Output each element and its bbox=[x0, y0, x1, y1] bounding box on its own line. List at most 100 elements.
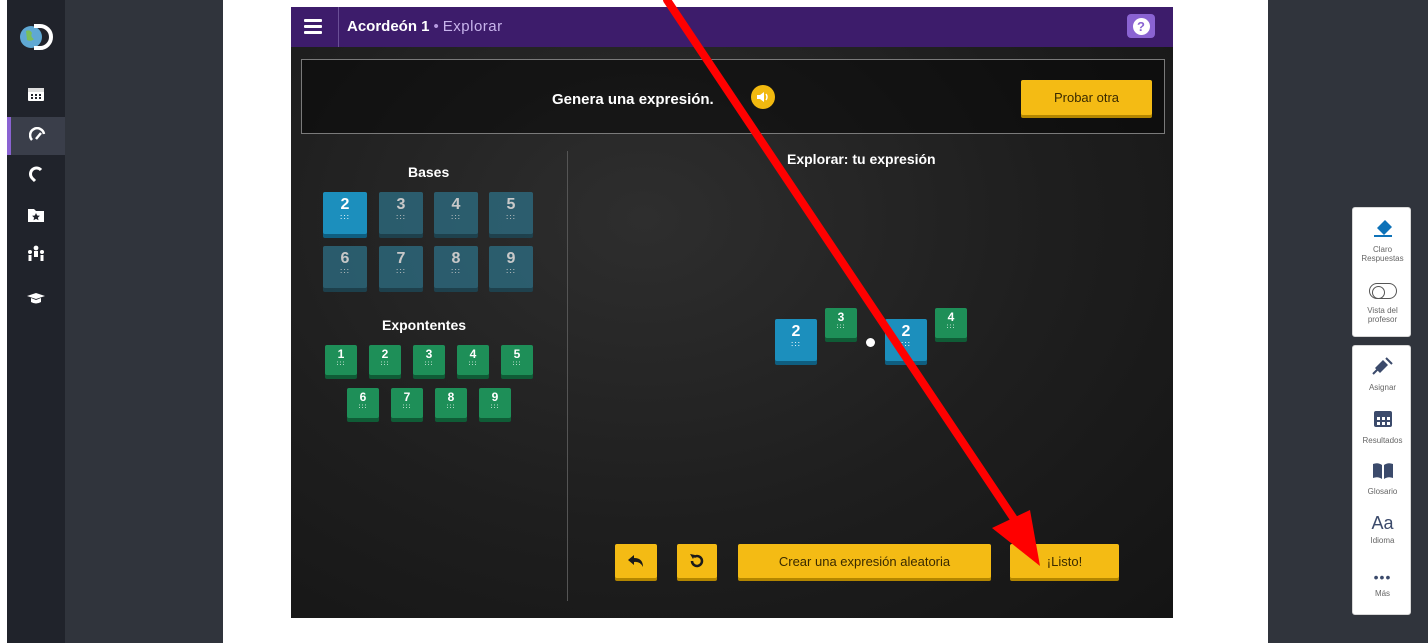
base-tile-2[interactable]: 2::: bbox=[323, 192, 367, 234]
tile-number: 2 bbox=[791, 323, 801, 340]
prompt-box: Genera una expresión. Probar otra bbox=[301, 59, 1165, 134]
results-tool[interactable]: Resultados bbox=[1353, 409, 1412, 445]
exponent-tile-7[interactable]: 7::: bbox=[391, 388, 423, 418]
braille-dots: ::: bbox=[358, 404, 368, 410]
speaker-icon[interactable] bbox=[751, 85, 775, 109]
undo-icon bbox=[628, 555, 643, 567]
base-tile-9[interactable]: 9::: bbox=[489, 246, 533, 288]
braille-dots: ::: bbox=[468, 361, 478, 367]
braille-dots: ::: bbox=[791, 341, 801, 348]
more-tool[interactable]: ••• Más bbox=[1353, 569, 1412, 598]
base-tile-8[interactable]: 8::: bbox=[434, 246, 478, 288]
assign-icon bbox=[1371, 357, 1393, 375]
braille-dots: ::: bbox=[336, 361, 346, 367]
base-tile-6[interactable]: 6::: bbox=[323, 246, 367, 288]
tools-panel-bottom: Asignar Resultados Glosario Aa Idioma ••… bbox=[1352, 345, 1411, 615]
language-icon: Aa bbox=[1371, 513, 1394, 533]
braille-dots: ::: bbox=[396, 268, 406, 275]
lesson-title: Acordeón 1 bbox=[347, 18, 430, 35]
calendar-icon[interactable] bbox=[7, 75, 65, 113]
group-icon[interactable] bbox=[7, 235, 65, 273]
magnet-icon[interactable] bbox=[7, 156, 65, 194]
tile-number: 2 bbox=[381, 347, 389, 361]
done-button[interactable]: ¡Listo! bbox=[1010, 544, 1119, 578]
braille-dots: ::: bbox=[512, 361, 522, 367]
base-tile-5[interactable]: 5::: bbox=[489, 192, 533, 234]
graduation-cap-icon[interactable] bbox=[7, 280, 65, 318]
braille-dots: ::: bbox=[506, 268, 516, 275]
try-another-button[interactable]: Probar otra bbox=[1021, 80, 1152, 115]
assign-label: Asignar bbox=[1368, 383, 1397, 392]
braille-dots: ::: bbox=[836, 324, 846, 330]
clear-answers-tool[interactable]: Claro Respuestas bbox=[1353, 218, 1412, 263]
teacher-view-label-1: Vista del bbox=[1367, 306, 1398, 315]
tile-number: 9 bbox=[491, 390, 499, 404]
tile-number: 8 bbox=[447, 390, 455, 404]
tile-number: 7 bbox=[396, 250, 406, 267]
braille-dots: ::: bbox=[340, 214, 350, 221]
bases-title: Bases bbox=[408, 164, 450, 180]
braille-dots: ::: bbox=[446, 404, 456, 410]
star-folder-icon[interactable] bbox=[7, 196, 65, 234]
tile-number: 2 bbox=[340, 196, 350, 213]
results-icon bbox=[1373, 411, 1392, 427]
exponent-tile-1[interactable]: 1::: bbox=[325, 345, 357, 375]
toggle-switch[interactable] bbox=[1368, 283, 1397, 299]
expression-exponent-1[interactable]: 3::: bbox=[825, 308, 857, 338]
tile-number: 6 bbox=[359, 390, 367, 404]
exponent-tile-5[interactable]: 5::: bbox=[501, 345, 533, 375]
tile-number: 2 bbox=[901, 323, 911, 340]
reset-button[interactable] bbox=[677, 544, 717, 578]
discovery-logo-icon[interactable] bbox=[11, 22, 61, 52]
glossary-tool[interactable]: Glosario bbox=[1353, 462, 1412, 496]
help-button[interactable]: ? bbox=[1127, 14, 1155, 38]
tile-number: 5 bbox=[513, 347, 521, 361]
braille-dots: ::: bbox=[340, 268, 350, 275]
exponent-tile-3[interactable]: 3::: bbox=[413, 345, 445, 375]
base-tile-3[interactable]: 3::: bbox=[379, 192, 423, 234]
multiply-dot bbox=[866, 338, 875, 347]
braille-dots: ::: bbox=[402, 404, 412, 410]
exponent-tile-2[interactable]: 2::: bbox=[369, 345, 401, 375]
question-icon: ? bbox=[1132, 17, 1150, 35]
more-icon: ••• bbox=[1373, 569, 1392, 585]
tile-number: 4 bbox=[947, 310, 955, 324]
braille-dots: ::: bbox=[396, 214, 406, 221]
tile-number: 8 bbox=[451, 250, 461, 267]
glossary-label: Glosario bbox=[1367, 487, 1398, 496]
tile-number: 3 bbox=[396, 196, 406, 213]
mode-label: Explorar bbox=[442, 18, 503, 35]
left-nav bbox=[7, 0, 65, 643]
expression-exponent-2[interactable]: 4::: bbox=[935, 308, 967, 338]
results-label: Resultados bbox=[1362, 436, 1403, 445]
clear-label-1: Claro bbox=[1372, 245, 1393, 254]
expression-base-2[interactable]: 2::: bbox=[885, 319, 927, 361]
column-divider bbox=[567, 151, 568, 601]
page: { "app": { "title": "Acordeón 1", "mode"… bbox=[0, 0, 1428, 643]
topbar-divider bbox=[338, 7, 339, 47]
tile-number: 4 bbox=[469, 347, 477, 361]
eraser-icon bbox=[1373, 220, 1392, 237]
gauge-icon[interactable] bbox=[7, 117, 65, 155]
random-expression-button[interactable]: Crear una expresión aleatoria bbox=[738, 544, 991, 578]
braille-dots: ::: bbox=[380, 361, 390, 367]
exponent-tile-9[interactable]: 9::: bbox=[479, 388, 511, 418]
exponents-title: Expontentes bbox=[382, 317, 467, 333]
braille-dots: ::: bbox=[424, 361, 434, 367]
language-tool[interactable]: Aa Idioma bbox=[1353, 513, 1412, 545]
exponent-tile-8[interactable]: 8::: bbox=[435, 388, 467, 418]
assign-tool[interactable]: Asignar bbox=[1353, 356, 1412, 392]
undo-button[interactable] bbox=[615, 544, 657, 578]
tile-number: 5 bbox=[506, 196, 516, 213]
exponent-tile-4[interactable]: 4::: bbox=[457, 345, 489, 375]
braille-dots: ::: bbox=[506, 214, 516, 221]
base-tile-7[interactable]: 7::: bbox=[379, 246, 423, 288]
teacher-view-label-2: profesor bbox=[1367, 315, 1398, 324]
exponent-tile-6[interactable]: 6::: bbox=[347, 388, 379, 418]
explore-title: Explorar: tu expresión bbox=[787, 151, 936, 167]
menu-icon[interactable] bbox=[304, 19, 322, 35]
base-tile-4[interactable]: 4::: bbox=[434, 192, 478, 234]
prompt-text: Genera una expresión. bbox=[552, 91, 714, 108]
expression-base-1[interactable]: 2::: bbox=[775, 319, 817, 361]
teacher-view-toggle[interactable]: Vista del profesor bbox=[1353, 283, 1412, 324]
